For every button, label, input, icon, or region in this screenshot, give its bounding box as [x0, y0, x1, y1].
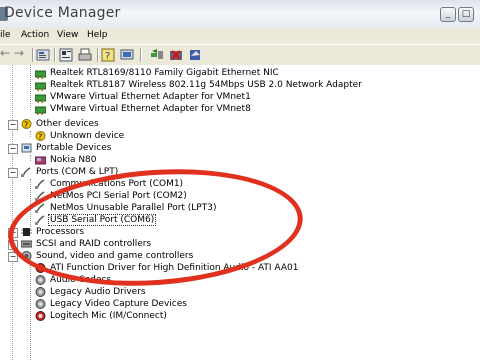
menu-help[interactable]: Help	[87, 30, 108, 40]
port-icon	[35, 179, 45, 189]
port-icon	[35, 203, 45, 213]
network-adapter-icon	[35, 106, 46, 115]
help-icon[interactable]: ?	[101, 48, 115, 62]
port-icon	[35, 191, 45, 201]
svg-text:?: ?	[24, 121, 28, 130]
title-bar: Device Manager _ □	[0, 0, 480, 29]
menu-bar: ile Action View Help	[0, 28, 480, 44]
tree-item[interactable]: VMware Virtual Ethernet Adapter for VMne…	[35, 92, 335, 104]
audio-driver-icon	[35, 287, 46, 297]
processor-icon	[21, 228, 32, 236]
sound-icon	[21, 251, 32, 261]
expand-toggle[interactable]: +	[8, 240, 18, 250]
back-button[interactable]: ←	[0, 46, 10, 60]
collapse-toggle[interactable]: −	[8, 144, 18, 154]
expand-toggle[interactable]: +	[8, 228, 18, 238]
svg-text:?: ?	[105, 51, 110, 62]
forward-button[interactable]: →	[14, 46, 24, 60]
toolbar: ← → ?	[0, 44, 480, 66]
tree-item[interactable]: NetMos PCI Serial Port (COM2)	[35, 191, 235, 203]
tree-item[interactable]: Legacy Video Capture Devices	[35, 299, 235, 311]
tree-category-ports[interactable]: − Ports (COM & LPT)	[8, 167, 208, 179]
port-icon	[35, 215, 45, 225]
warning-device-icon: ?	[35, 131, 46, 141]
tree-category-portable-devices[interactable]: − Portable Devices	[8, 143, 208, 155]
menu-file[interactable]: ile	[0, 30, 11, 40]
tree-item[interactable]: ? Unknown device	[35, 131, 235, 143]
minimize-button[interactable]: _	[440, 7, 456, 22]
network-adapter-icon	[35, 70, 46, 79]
tree-item[interactable]: Realtek RTL8169/8110 Family Gigabit Ethe…	[35, 68, 335, 80]
portable-device-icon	[21, 143, 32, 153]
tree-item[interactable]: Communications Port (COM1)	[35, 179, 235, 191]
menu-action[interactable]: Action	[21, 30, 49, 40]
tree-item[interactable]: Logitech Mic (IM/Connect)	[35, 311, 235, 323]
device-tree: Realtek RTL8169/8110 Family Gigabit Ethe…	[0, 65, 480, 360]
tree-item[interactable]: Nokia N80	[35, 155, 235, 167]
print-icon[interactable]	[78, 48, 92, 62]
phone-icon	[35, 156, 46, 165]
tree-category-sound[interactable]: − Sound, video and game controllers	[8, 251, 248, 263]
scan-icon[interactable]	[120, 48, 134, 62]
tree-item[interactable]: Realtek RTL8187 Wireless 802.11g 54Mbps …	[35, 80, 362, 92]
view-icon[interactable]	[36, 48, 50, 62]
tree-item[interactable]: ATI Function Driver for High Definition …	[35, 263, 335, 275]
video-capture-icon	[35, 299, 46, 309]
collapse-toggle[interactable]: −	[8, 168, 18, 178]
question-device-icon: ?	[21, 119, 32, 129]
menu-view[interactable]: View	[57, 30, 78, 40]
audio-codecs-icon	[35, 275, 46, 285]
disable-icon[interactable]	[188, 48, 202, 62]
network-adapter-icon	[35, 82, 46, 91]
collapse-toggle[interactable]: −	[8, 252, 18, 262]
update-driver-icon[interactable]	[150, 48, 164, 62]
tree-item[interactable]: NetMos Unusable Parallel Port (LPT3)	[35, 203, 255, 215]
tree-item[interactable]: Legacy Audio Drivers	[35, 287, 235, 299]
uninstall-icon[interactable]	[169, 48, 183, 62]
collapse-toggle[interactable]: −	[8, 120, 18, 130]
tree-item-selected[interactable]: USB Serial Port (COM6)	[35, 214, 235, 227]
window-title: Device Manager	[4, 5, 121, 21]
microphone-icon	[35, 311, 46, 321]
network-adapter-icon	[35, 94, 46, 103]
audio-driver-icon	[35, 263, 46, 273]
scsi-controller-icon	[21, 240, 32, 248]
tree-item[interactable]: VMware Virtual Ethernet Adapter for VMne…	[35, 104, 335, 116]
tree-category-processors[interactable]: + Processors	[8, 227, 208, 239]
svg-text:?: ?	[38, 133, 42, 142]
properties-icon[interactable]	[59, 48, 73, 62]
tree-category-other-devices[interactable]: − ? Other devices	[8, 119, 208, 131]
tree-item[interactable]: Audio Codecs	[35, 275, 235, 287]
tree-category-scsi[interactable]: + SCSI and RAID controllers	[8, 239, 208, 251]
port-icon	[21, 167, 31, 177]
maximize-button[interactable]: □	[458, 7, 474, 22]
